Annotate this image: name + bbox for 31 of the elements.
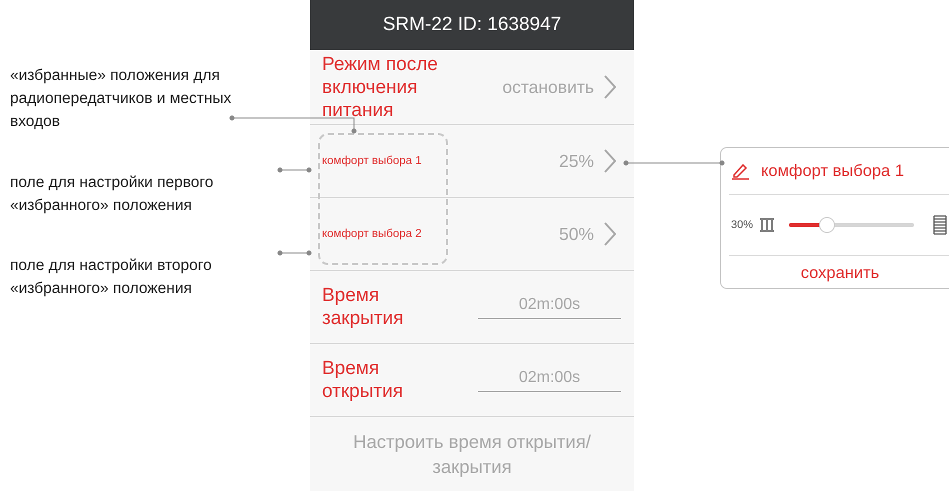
blind-closed-icon (933, 215, 948, 235)
leader-line (278, 168, 312, 172)
pencil-icon[interactable] (731, 162, 751, 180)
setting-label: Режим после включения питания (322, 52, 439, 122)
annotation-text: «избранные» положения для радиопередатчиков и местных входов (10, 66, 232, 132)
screen-title: SRM-22 ID: 1638947 (310, 0, 634, 50)
setting-label: комфорт выбора 1 (322, 154, 422, 168)
setting-value: остановить (502, 76, 594, 98)
blind-open-icon (759, 218, 776, 232)
setting-value: 50% (558, 224, 594, 244)
settings-row[interactable]: Время закрытия 02m:00s (310, 271, 634, 344)
slider-reading: 30% (731, 219, 754, 231)
chevron-icon (604, 75, 616, 99)
time-field[interactable]: 02m:00s (478, 296, 621, 318)
settings-row[interactable]: Время открытия 02m:00s (310, 344, 634, 417)
settings-row[interactable]: комфорт выбора 2 50% (310, 198, 634, 271)
settings-row[interactable]: Режим после включения питания остановить (310, 50, 634, 125)
position-slider[interactable] (789, 217, 914, 233)
chevron-icon (604, 149, 616, 173)
set-time-button[interactable]: Настроить время открытия/ закрытия (310, 417, 634, 491)
annotation-text: поле для настройки первого «избранного» положения (10, 173, 214, 216)
setting-label: комфорт выбора 2 (322, 226, 422, 242)
leader-line (278, 250, 312, 256)
setting-value: 25% (558, 150, 594, 172)
popup-title: комфорт выбора 1 (761, 162, 904, 180)
setting-label: Время закрытия (322, 284, 404, 330)
chevron-icon (604, 222, 616, 246)
time-field[interactable]: 02m:00s (478, 368, 621, 392)
annotation-text: поле для настройки второго «избранного» положения (10, 256, 213, 299)
setting-label: Время открытия (322, 357, 404, 403)
save-button[interactable]: сохранить (721, 256, 949, 290)
